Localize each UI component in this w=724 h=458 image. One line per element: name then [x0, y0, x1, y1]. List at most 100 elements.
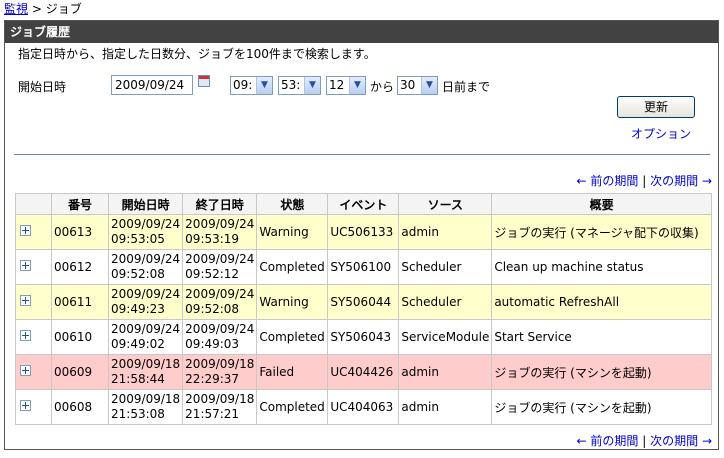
job-summary: ジョブの実行 (マネージャ配下の収集) [491, 214, 712, 250]
job-summary: automatic RefreshAll [491, 284, 712, 320]
table-row[interactable]: 00609 2009/09/18 21:58:44 2009/09/18 22:29… [15, 354, 712, 390]
job-history-table: 番号 開始日時 終了日時 状態 イベント ソース 概要 00613 2009/0… [15, 193, 712, 425]
days-suffix-label: 日前まで [442, 80, 491, 94]
job-summary: ジョブの実行 (マシンを起動) [491, 354, 712, 390]
job-status: Warning [256, 284, 329, 320]
pager-bottom: ← 前の期間 | 次の期間 → [577, 432, 712, 449]
end-date: 2009/09/24 [185, 217, 255, 231]
job-event: UC404063 [327, 389, 400, 425]
end-datetime: 2009/09/24 09:53:19 [182, 214, 258, 250]
option-link[interactable]: オプション [631, 125, 691, 142]
breadcrumb-link-monitor[interactable]: 監視 [4, 2, 28, 16]
chevron-down-icon[interactable]: ▼ [304, 77, 320, 94]
col-header-event[interactable]: イベント [327, 193, 400, 215]
job-summary: Start Service [491, 319, 712, 355]
from-label: から [370, 80, 395, 94]
end-date: 2009/09/18 [185, 357, 255, 371]
job-source: Scheduler [398, 284, 493, 320]
update-button[interactable]: 更新 [617, 96, 695, 118]
end-date: 2009/09/24 [185, 287, 255, 301]
hour-select[interactable]: 09: ▼ [230, 76, 273, 95]
expand-cell [15, 249, 52, 285]
table-row[interactable]: 00608 2009/09/18 21:53:08 2009/09/18 21:57… [15, 389, 712, 425]
pager-top: ← 前の期間 | 次の期間 → [577, 172, 712, 189]
minute-select[interactable]: 53: ▼ [278, 76, 321, 95]
job-number: 00608 [51, 389, 109, 425]
table-row[interactable]: 00611 2009/09/24 09:49:23 2009/09/24 09:52… [15, 284, 712, 320]
end-time: 09:52:08 [185, 302, 240, 316]
job-status: Warning [256, 214, 329, 250]
table-row[interactable]: 00610 2009/09/24 09:49:02 2009/09/24 09:49… [15, 319, 712, 355]
end-time: 21:57:21 [185, 407, 240, 421]
job-event: SY506100 [327, 249, 400, 285]
expand-cell [15, 284, 52, 320]
job-status: Completed [256, 389, 329, 425]
job-status: Completed [256, 319, 329, 355]
start-date: 2009/09/24 [111, 252, 181, 266]
col-header-start[interactable]: 開始日時 [107, 193, 184, 215]
job-event: UC506133 [327, 214, 400, 250]
start-datetime: 2009/09/24 09:53:05 [107, 214, 184, 250]
start-date: 2009/09/18 [111, 392, 181, 406]
breadcrumb-current: > ジョブ [31, 2, 82, 16]
plus-box-icon[interactable] [20, 260, 31, 271]
job-event: SY506043 [327, 319, 400, 355]
col-header-status[interactable]: 状態 [256, 193, 329, 215]
end-time: 09:53:19 [185, 232, 240, 246]
plus-box-icon[interactable] [20, 330, 31, 341]
chevron-down-icon[interactable]: ▼ [256, 77, 272, 94]
prev-period-link[interactable]: ← 前の期間 [577, 174, 639, 188]
start-time: 09:49:02 [111, 337, 165, 351]
hour-select-value: 09: [233, 78, 253, 92]
plus-box-icon[interactable] [20, 400, 31, 411]
start-time: 09:53:05 [111, 232, 165, 246]
end-date: 2009/09/24 [185, 322, 255, 336]
col-header-summary[interactable]: 概要 [491, 193, 712, 215]
start-date: 2009/09/24 [111, 217, 181, 231]
end-time: 09:49:03 [185, 337, 240, 351]
job-summary: ジョブの実行 (マシンを起動) [491, 389, 712, 425]
expand-cell [15, 354, 52, 390]
job-number: 00610 [51, 319, 109, 355]
calendar-icon[interactable] [198, 75, 210, 87]
job-number: 00611 [51, 284, 109, 320]
col-header-end[interactable]: 終了日時 [182, 193, 258, 215]
job-summary: Clean up machine status [491, 249, 712, 285]
next-period-link[interactable]: 次の期間 → [650, 174, 712, 188]
plus-box-icon[interactable] [20, 365, 31, 376]
job-source: admin [398, 354, 493, 390]
pager-separator: | [642, 434, 647, 448]
pager-separator: | [642, 174, 647, 188]
start-datetime-label: 開始日時 [18, 80, 67, 94]
days-select[interactable]: 30 ▼ [397, 76, 438, 95]
end-datetime: 2009/09/24 09:52:08 [182, 284, 258, 320]
expand-cell [15, 319, 52, 355]
prev-period-link[interactable]: ← 前の期間 [577, 434, 639, 448]
plus-box-icon[interactable] [20, 295, 31, 306]
end-time: 22:29:37 [185, 372, 240, 386]
start-time: 21:53:08 [111, 407, 165, 421]
expand-cell [15, 389, 52, 425]
plus-box-icon[interactable] [20, 225, 31, 236]
job-source: ServiceModule [398, 319, 493, 355]
second-select[interactable]: 12 ▼ [326, 76, 366, 95]
start-date: 2009/09/24 [111, 322, 181, 336]
job-source: admin [398, 389, 493, 425]
table-row[interactable]: 00612 2009/09/24 09:52:08 2009/09/24 09:52… [15, 249, 712, 285]
start-date-input[interactable] [111, 75, 193, 95]
start-datetime: 2009/09/18 21:53:08 [107, 389, 184, 425]
start-time: 21:58:44 [111, 372, 165, 386]
job-source: Scheduler [398, 249, 493, 285]
divider [14, 154, 710, 155]
job-event: SY506044 [327, 284, 400, 320]
next-period-link[interactable]: 次の期間 → [650, 434, 712, 448]
chevron-down-icon[interactable]: ▼ [421, 77, 437, 94]
days-select-value: 30 [400, 78, 416, 92]
table-row[interactable]: 00613 2009/09/24 09:53:05 2009/09/24 09:53… [15, 214, 712, 250]
chevron-down-icon[interactable]: ▼ [349, 77, 365, 94]
col-header-source[interactable]: ソース [398, 193, 493, 215]
col-header-number[interactable]: 番号 [51, 193, 109, 215]
start-datetime: 2009/09/24 09:49:23 [107, 284, 184, 320]
end-time: 09:52:12 [185, 267, 240, 281]
start-date: 2009/09/18 [111, 357, 181, 371]
